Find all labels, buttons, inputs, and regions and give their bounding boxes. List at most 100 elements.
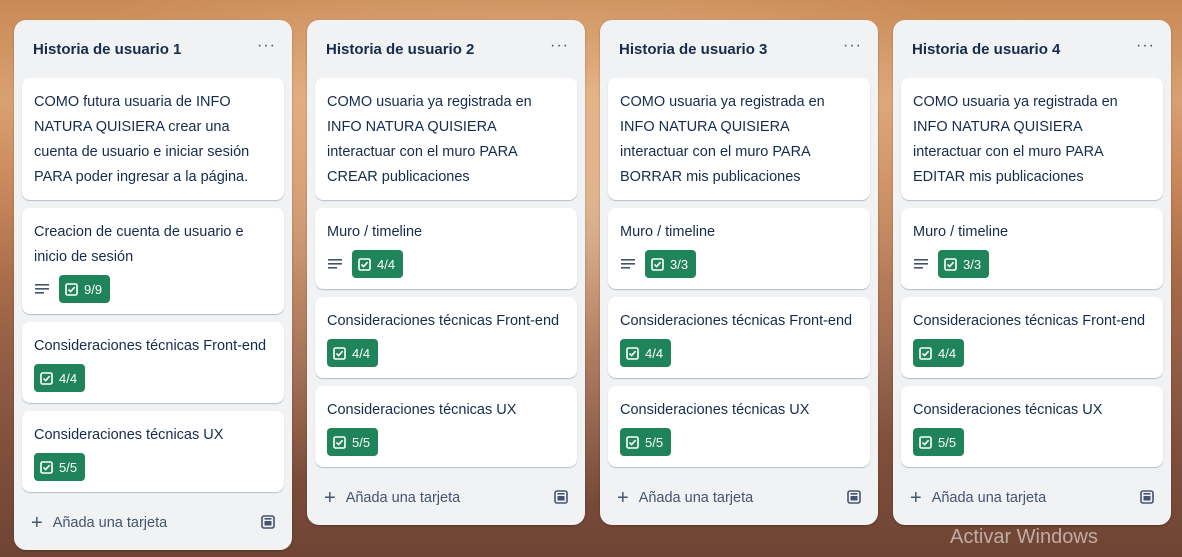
card-badges: 3/3 (913, 249, 1151, 279)
checklist-badge: 5/5 (327, 428, 379, 456)
card-title: Consideraciones técnicas Front-end (327, 313, 560, 329)
plus-icon: + (910, 487, 922, 509)
card-task[interactable]: Creacion de cuenta de usuario e inicio d… (22, 208, 284, 314)
card-template-icon[interactable] (554, 490, 568, 504)
card-title: COMO futura usuaria de INFO NATURA QUISI… (34, 94, 250, 185)
card-badges: 4/4 (620, 338, 858, 368)
card-badges: 4/4 (327, 338, 565, 368)
checklist-badge: 4/4 (327, 339, 379, 367)
card-badges: 5/5 (620, 427, 858, 457)
card-title: Consideraciones técnicas Front-end (34, 338, 267, 354)
card-task[interactable]: Consideraciones técnicas UX 5/5 (608, 386, 870, 467)
checklist-count: 4/4 (352, 345, 371, 361)
card-title: Consideraciones técnicas UX (34, 427, 224, 443)
card-title: Consideraciones técnicas UX (327, 402, 517, 418)
add-card-label: Añada una tarjeta (52, 515, 168, 531)
card-title: Consideraciones técnicas Front-end (620, 313, 853, 329)
card-badges: 5/5 (913, 427, 1151, 457)
card-title: Muro / timeline (327, 224, 423, 240)
windows-activation-watermark: Activar Windows (950, 526, 1098, 548)
list-header: Historia de usuario 3 ··· (600, 20, 878, 78)
card-badges: 4/4 (34, 363, 272, 393)
card-task[interactable]: Consideraciones técnicas Front-end 4/4 (315, 297, 577, 378)
card-title: COMO usuaria ya registrada en INFO NATUR… (327, 94, 532, 185)
list-title[interactable]: Historia de usuario 4 (912, 41, 1060, 58)
card-task[interactable]: Consideraciones técnicas UX 5/5 (901, 386, 1163, 467)
plus-icon: + (31, 512, 43, 534)
checklist-count: 4/4 (377, 256, 396, 272)
add-card-label: Añada una tarjeta (638, 490, 754, 506)
checkbox-icon (65, 282, 78, 296)
checklist-count: 5/5 (938, 434, 957, 450)
card-story[interactable]: COMO usuaria ya registrada en INFO NATUR… (901, 78, 1163, 200)
card-badges: 9/9 (34, 274, 272, 304)
card-badges: 5/5 (34, 452, 272, 482)
card-task[interactable]: Muro / timeline 3/3 (608, 208, 870, 289)
card-title: COMO usuaria ya registrada en INFO NATUR… (913, 94, 1118, 185)
card-task[interactable]: Consideraciones técnicas Front-end 4/4 (22, 322, 284, 403)
checkbox-icon (40, 371, 53, 385)
list-title[interactable]: Historia de usuario 2 (326, 41, 474, 58)
card-title: Creacion de cuenta de usuario e inicio d… (34, 224, 244, 265)
add-card-label: Añada una tarjeta (345, 490, 461, 506)
checkbox-icon (651, 257, 664, 271)
checklist-badge: 5/5 (913, 428, 965, 456)
description-icon (328, 259, 342, 269)
checklist-count: 5/5 (352, 434, 371, 450)
card-story[interactable]: COMO futura usuaria de INFO NATURA QUISI… (22, 78, 284, 200)
card-task[interactable]: Muro / timeline 4/4 (315, 208, 577, 289)
card-template-icon[interactable] (261, 515, 275, 529)
checkbox-icon (944, 257, 957, 271)
checkbox-icon (919, 346, 932, 360)
checklist-count: 5/5 (645, 434, 664, 450)
list-title[interactable]: Historia de usuario 1 (33, 41, 181, 58)
card-title: Consideraciones técnicas UX (913, 402, 1103, 418)
card-task[interactable]: Consideraciones técnicas Front-end 4/4 (608, 297, 870, 378)
card-badges: 4/4 (327, 249, 565, 279)
checkbox-icon (626, 435, 639, 449)
checklist-count: 3/3 (963, 256, 982, 272)
card-task[interactable]: Consideraciones técnicas UX 5/5 (315, 386, 577, 467)
card-story[interactable]: COMO usuaria ya registrada en INFO NATUR… (315, 78, 577, 200)
description-icon (914, 259, 928, 269)
card-title: Muro / timeline (913, 224, 1009, 240)
card-task[interactable]: Muro / timeline 3/3 (901, 208, 1163, 289)
plus-icon: + (617, 487, 629, 509)
list-header: Historia de usuario 1 ··· (14, 20, 292, 78)
checklist-badge: 4/4 (352, 250, 404, 278)
list-menu-button[interactable]: ··· (843, 37, 862, 55)
list-footer: + Añada una tarjeta (307, 475, 585, 525)
add-card-button[interactable]: + Añada una tarjeta (324, 488, 460, 508)
card-story[interactable]: COMO usuaria ya registrada en INFO NATUR… (608, 78, 870, 200)
checkbox-icon (333, 435, 346, 449)
checklist-count: 4/4 (645, 345, 664, 361)
list-header: Historia de usuario 4 ··· (893, 20, 1171, 78)
checkbox-icon (358, 257, 371, 271)
card-badges: 5/5 (327, 427, 565, 457)
list-title[interactable]: Historia de usuario 3 (619, 41, 767, 58)
card-task[interactable]: Consideraciones técnicas Front-end 4/4 (901, 297, 1163, 378)
card-task[interactable]: Consideraciones técnicas UX 5/5 (22, 411, 284, 492)
checklist-count: 5/5 (59, 459, 78, 475)
card-template-icon[interactable] (1140, 490, 1154, 504)
checklist-badge: 9/9 (59, 275, 111, 303)
card-badges: 4/4 (913, 338, 1151, 368)
checklist-badge: 3/3 (938, 250, 990, 278)
list-menu-button[interactable]: ··· (550, 37, 569, 55)
card-template-icon[interactable] (847, 490, 861, 504)
checklist-badge: 5/5 (34, 453, 86, 481)
list-menu-button[interactable]: ··· (1136, 37, 1155, 55)
card-title: Consideraciones técnicas UX (620, 402, 810, 418)
card-title: COMO usuaria ya registrada en INFO NATUR… (620, 94, 825, 185)
list-footer: + Añada una tarjeta (893, 475, 1171, 525)
checkbox-icon (919, 435, 932, 449)
checkbox-icon (626, 346, 639, 360)
list-menu-button[interactable]: ··· (257, 37, 276, 55)
checkbox-icon (40, 460, 53, 474)
checklist-count: 3/3 (670, 256, 689, 272)
list-historia-1: Historia de usuario 1 ··· COMO futura us… (14, 20, 292, 550)
add-card-button[interactable]: + Añada una tarjeta (910, 488, 1046, 508)
list-historia-2: Historia de usuario 2 ··· COMO usuaria y… (307, 20, 585, 525)
add-card-button[interactable]: + Añada una tarjeta (617, 488, 753, 508)
add-card-button[interactable]: + Añada una tarjeta (31, 513, 167, 533)
